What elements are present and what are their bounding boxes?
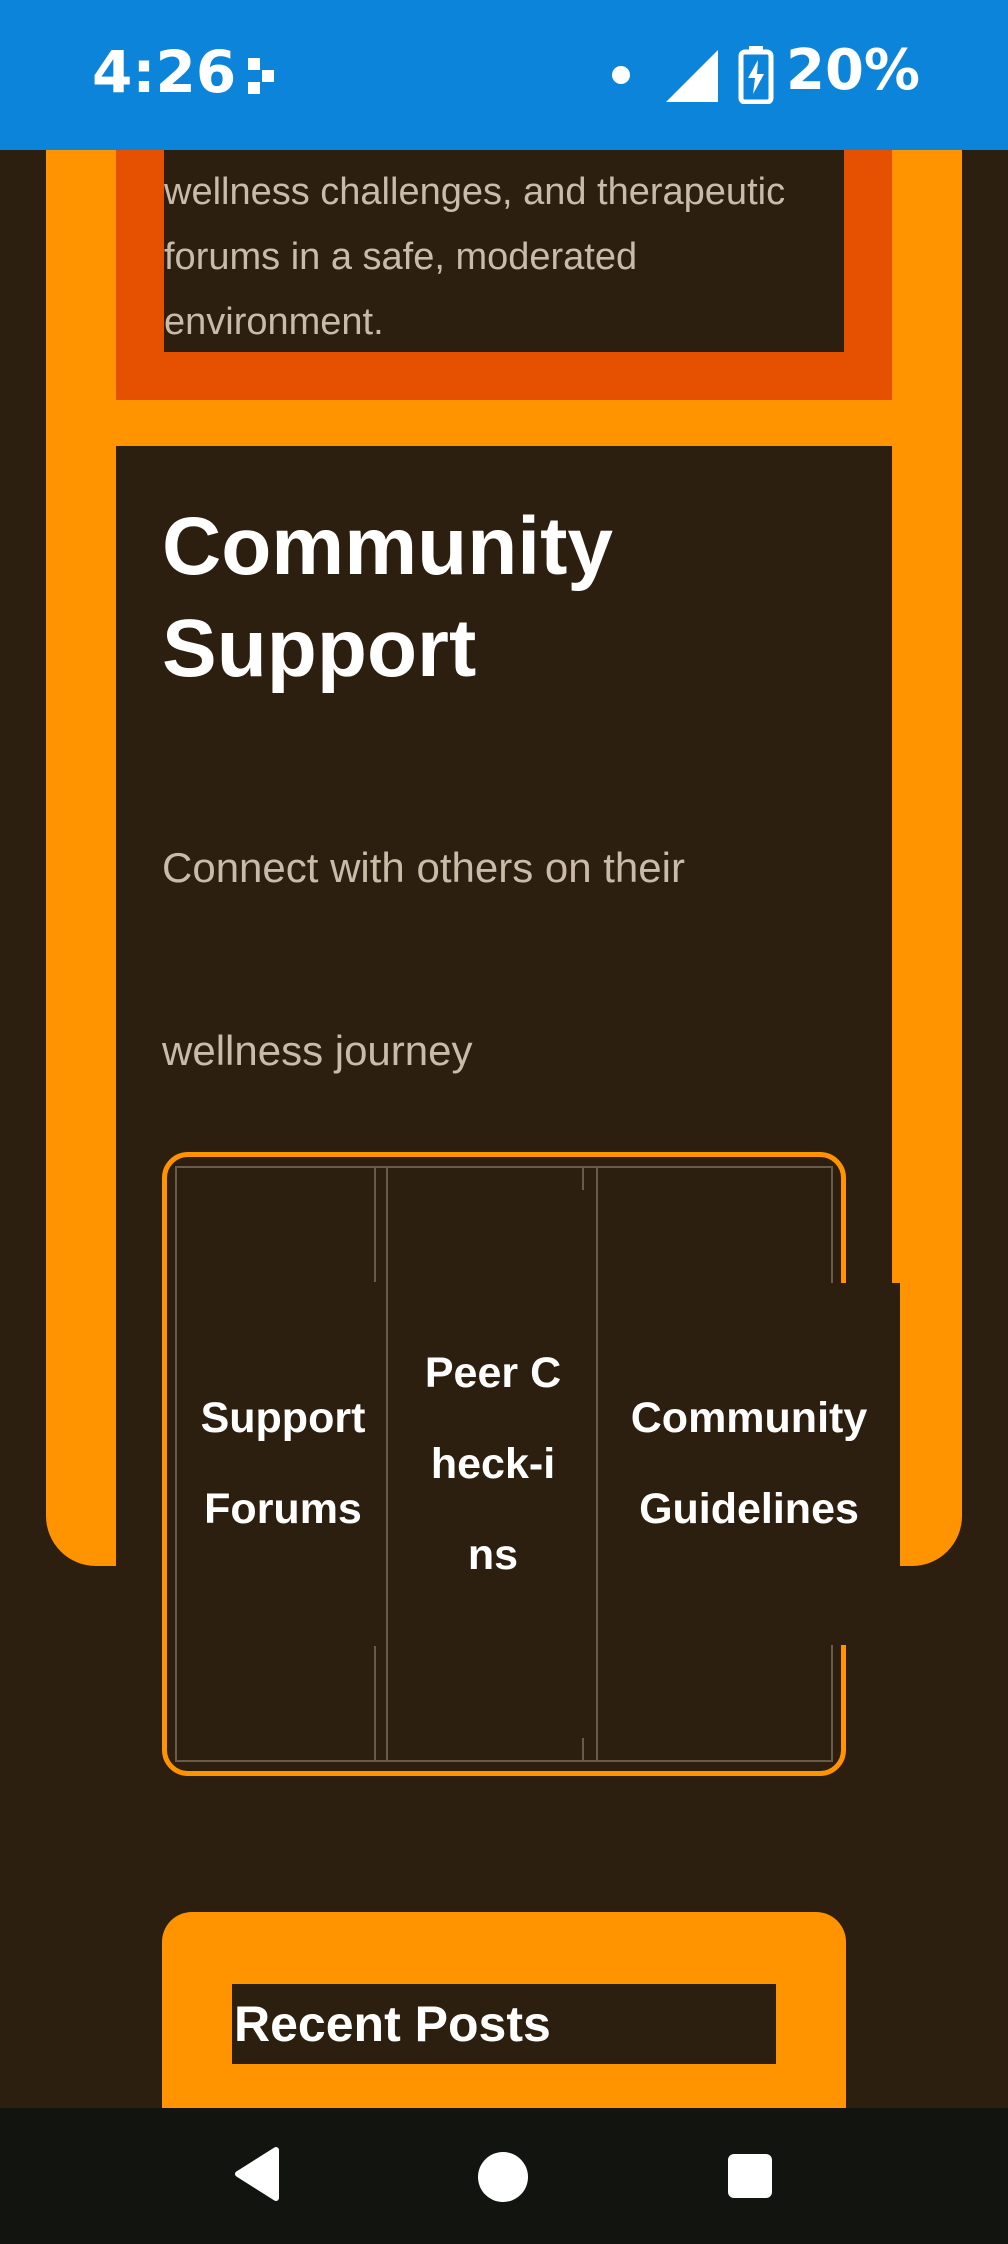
community-description: Connect with others on their wellness jo… <box>162 776 842 1142</box>
dots-icon <box>248 58 274 94</box>
tab-peer-check-ins[interactable]: Peer Check-ins <box>390 1166 596 1762</box>
notification-dot-icon <box>612 66 630 84</box>
tab-label: Peer Check-ins <box>424 1348 562 1579</box>
community-description-line2: wellness journey <box>162 1027 473 1074</box>
battery-charging-icon <box>738 46 774 104</box>
recent-posts-title: Recent Posts <box>232 1984 776 2064</box>
status-time: 4:26 <box>92 38 237 106</box>
community-description-line1: Connect with others on their <box>162 844 685 891</box>
tab-support-forums[interactable]: Support Forums <box>178 1166 388 1762</box>
tab-community-guidelines[interactable]: Community Guidelines <box>598 1283 900 1645</box>
battery-percent: 20% <box>786 38 921 103</box>
tab-label: Community Guidelines <box>630 1394 868 1533</box>
signal-icon <box>666 50 718 102</box>
back-icon[interactable] <box>234 2146 280 2202</box>
tab-label: Support Forums <box>200 1394 366 1533</box>
community-title: Community Support <box>162 501 613 694</box>
home-icon[interactable] <box>478 2152 528 2202</box>
recent-apps-icon[interactable] <box>728 2154 772 2198</box>
wellness-card-text: wellness challenges, and therapeutic for… <box>164 171 786 343</box>
